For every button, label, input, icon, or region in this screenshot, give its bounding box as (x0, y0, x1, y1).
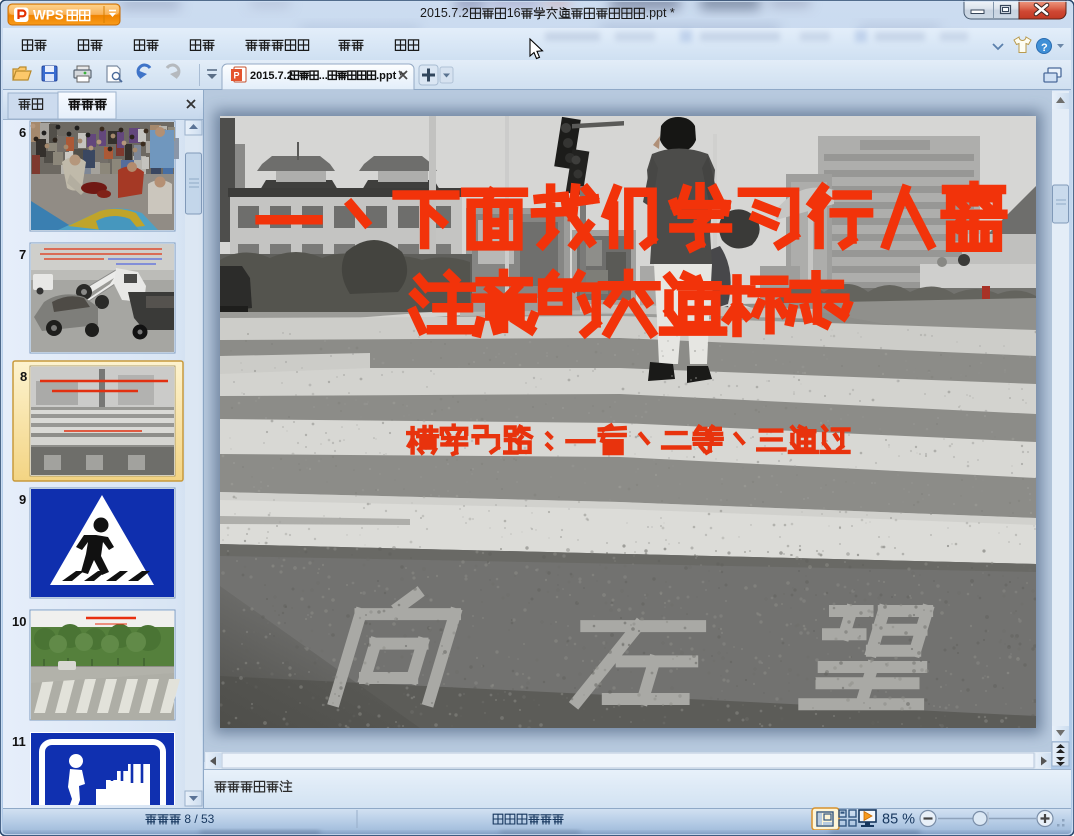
svg-text:6: 6 (19, 125, 26, 140)
svg-text:7: 7 (19, 247, 26, 262)
svg-text:WPS: WPS (33, 8, 64, 23)
svg-text:?: ? (1041, 42, 1048, 54)
svg-text:8: 8 (20, 369, 27, 384)
svg-text:.ppt *: .ppt * (646, 6, 675, 20)
svg-text:8 / 53: 8 / 53 (181, 812, 215, 826)
svg-text:9: 9 (19, 492, 26, 507)
svg-text:...: ... (319, 70, 328, 82)
svg-text:P: P (234, 71, 240, 81)
svg-text:10: 10 (12, 614, 26, 629)
svg-text:16: 16 (507, 6, 521, 20)
svg-text:2015.7.2: 2015.7.2 (250, 70, 293, 82)
svg-text:85 %: 85 % (882, 812, 915, 828)
svg-text:2015.7.2: 2015.7.2 (420, 6, 469, 20)
svg-text:11: 11 (12, 734, 26, 749)
